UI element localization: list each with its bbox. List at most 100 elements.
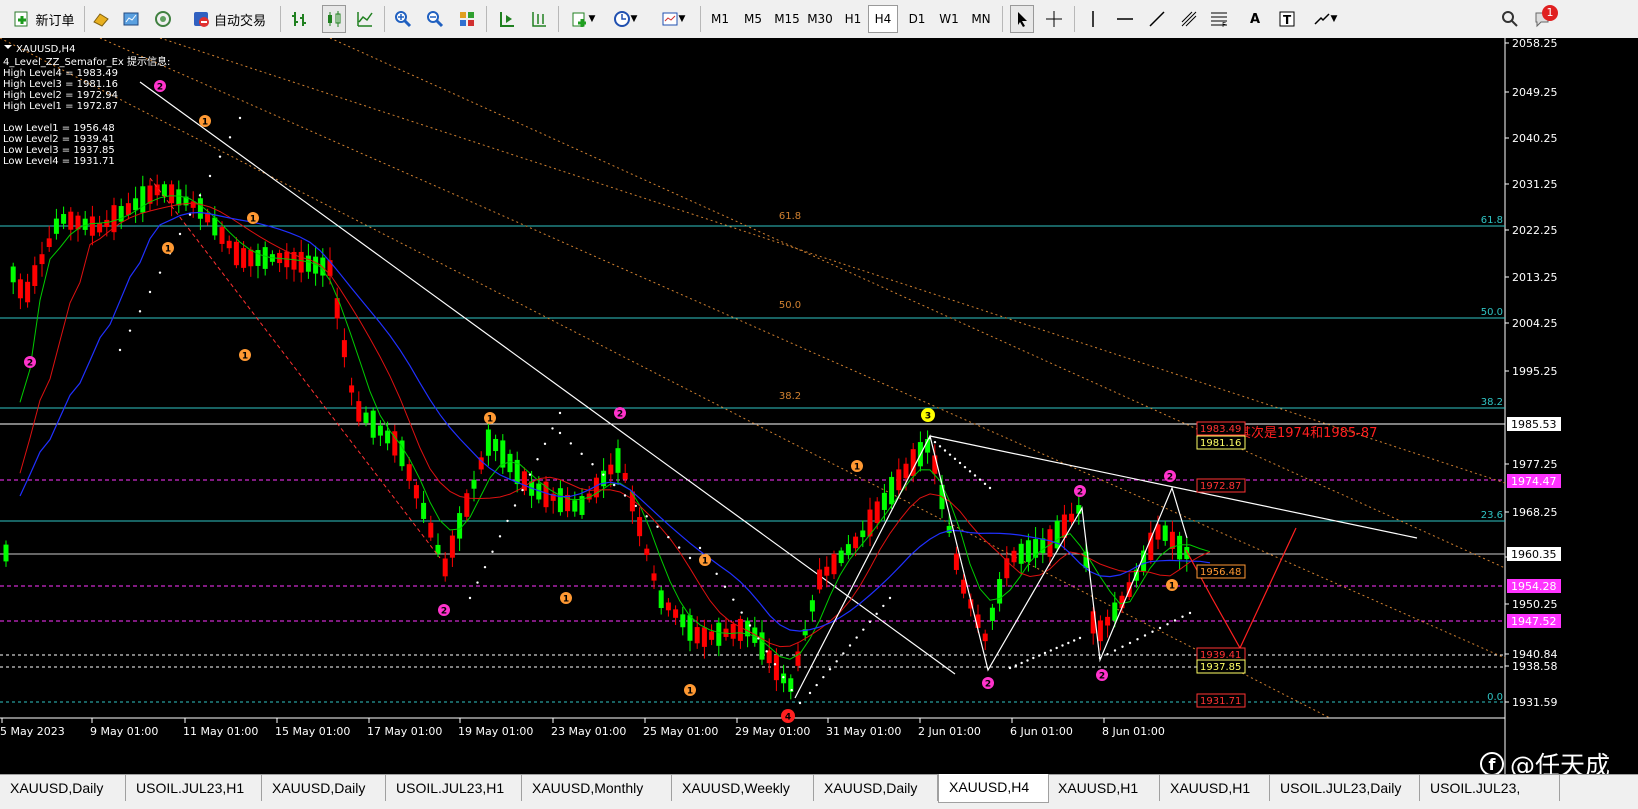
candle-body <box>665 602 671 611</box>
chart-tab[interactable]: XAUUSD,Daily <box>0 775 126 801</box>
search-button[interactable] <box>1498 5 1522 33</box>
chart-tab[interactable]: XAUUSD,Daily <box>814 775 938 801</box>
timeframe-h1-button[interactable]: H1 <box>838 5 868 33</box>
shapes-button[interactable]: ▼ <box>1308 5 1342 33</box>
candle-body <box>17 279 23 299</box>
text-tool-button[interactable]: A <box>1244 5 1266 33</box>
data-window-button[interactable] <box>120 5 142 33</box>
chart-tab[interactable]: XAUUSD,H1 <box>1048 775 1160 801</box>
sar-dot <box>773 663 777 666</box>
timeframe-h4-button[interactable]: H4 <box>868 5 898 33</box>
chart-tab[interactable]: XAUUSD,H1 <box>1160 775 1270 801</box>
timeframe-m30-button[interactable]: M30 <box>805 5 835 33</box>
candle-body <box>997 579 1003 604</box>
semafor-marker-label: 1 <box>1169 582 1175 592</box>
fib-inline-label: 50.0 <box>779 300 801 311</box>
equidistant-channel-button[interactable] <box>1178 5 1200 33</box>
chart-tab[interactable]: XAUUSD,H4 <box>938 774 1049 803</box>
bar-chart-button[interactable] <box>288 5 310 33</box>
candle-body <box>889 476 895 505</box>
navigator-button[interactable] <box>152 5 174 33</box>
cursor-tool-button[interactable] <box>1010 5 1034 33</box>
notifications-button[interactable]: 1 <box>1528 5 1558 33</box>
text-label-button[interactable]: T <box>1276 5 1298 33</box>
trendline-button[interactable] <box>1146 5 1168 33</box>
fibonacci-button[interactable]: F <box>1208 5 1230 33</box>
candle-body <box>773 655 779 681</box>
candle-body <box>608 464 614 475</box>
auto-scroll-button[interactable] <box>496 5 518 33</box>
candle-body <box>673 609 679 618</box>
chart-shift-button[interactable] <box>528 5 550 33</box>
chart-tab[interactable]: USOIL.JUL23,Daily <box>1270 775 1420 801</box>
timeframe-m15-button[interactable]: M15 <box>772 5 802 33</box>
sar-dot <box>623 494 627 497</box>
candle-body <box>449 535 455 558</box>
new-order-button[interactable]: 新订单 <box>6 5 82 33</box>
timeframe-d1-button[interactable]: D1 <box>902 5 932 33</box>
candle-body <box>493 438 499 452</box>
candle-body <box>946 525 952 533</box>
timeframe-w1-button[interactable]: W1 <box>934 5 964 33</box>
price-highlight-label: 1954.28 <box>1511 580 1557 593</box>
ma-medium-line <box>19 202 1211 648</box>
data-window-icon <box>123 12 139 26</box>
notification-badge: 1 <box>1542 5 1558 21</box>
candle-body <box>730 623 736 639</box>
horizontal-line-button[interactable] <box>1114 5 1136 33</box>
candle-body <box>1018 543 1024 564</box>
candle-body <box>759 632 765 660</box>
chart-tab[interactable]: USOIL.JUL23,H1 <box>386 775 522 801</box>
crosshair-tool-button[interactable] <box>1042 5 1066 33</box>
sar-dot <box>543 442 547 446</box>
chart-tab[interactable]: USOIL.JUL23,H1 <box>126 775 262 801</box>
timeframe-m1-button[interactable]: M1 <box>705 5 735 33</box>
auto-trade-icon <box>193 12 209 27</box>
sar-dot <box>208 174 212 178</box>
sar-dot <box>667 535 670 539</box>
chart-tab[interactable]: XAUUSD,Monthly <box>522 775 672 801</box>
indicator-level-text: Low Level4 = 1931.71 <box>3 156 115 167</box>
sar-dot <box>483 565 487 569</box>
chart-tab[interactable]: USOIL.JUL23, <box>1420 775 1560 801</box>
indicators-button[interactable]: ▼ <box>566 5 600 33</box>
sar-dot <box>521 488 524 492</box>
candle-body <box>169 184 175 204</box>
zoom-out-button[interactable] <box>424 5 446 33</box>
auto-trade-button[interactable]: 自动交易 <box>184 5 274 33</box>
line-chart-button[interactable] <box>354 5 376 33</box>
sar-dot <box>1173 619 1177 622</box>
candle-body <box>53 218 59 234</box>
sar-dot <box>551 427 554 430</box>
chart-tab[interactable]: XAUUSD,Weekly <box>672 775 814 801</box>
candle-body <box>413 485 419 499</box>
price-highlight-label: 1947.52 <box>1511 615 1557 628</box>
timeframe-m5-button[interactable]: M5 <box>738 5 768 33</box>
timeframe-mn-button[interactable]: MN <box>966 5 996 33</box>
time-axis-label: 19 May 01:00 <box>458 725 533 738</box>
candle-body <box>356 401 362 422</box>
candlestick-button[interactable] <box>322 5 346 33</box>
zoom-in-button[interactable] <box>392 5 414 33</box>
chart-tab[interactable]: XAUUSD,Daily <box>262 775 386 801</box>
semafor-marker-label: 2 <box>27 359 33 369</box>
indicators-icon <box>572 12 586 27</box>
horizontal-line-icon <box>1117 18 1133 20</box>
templates-button[interactable]: ▼ <box>654 5 692 33</box>
tile-windows-button[interactable] <box>456 5 478 33</box>
sar-dot <box>835 660 838 663</box>
candle-body <box>838 550 844 564</box>
price-chart[interactable]: 2 1 2 1 1 1 1 2 1 2 1 1 3 4 1 2 2 2 2 1 XAUUSD,H4 4_Level_ZZ_… <box>0 38 1638 780</box>
sar-dot <box>528 473 532 476</box>
market-watch-button[interactable] <box>90 5 112 33</box>
candle-body <box>68 211 74 230</box>
candle-body <box>896 469 902 491</box>
price-axis-label: 1931.59 <box>1512 696 1558 709</box>
candle-body <box>694 627 700 644</box>
sar-dot <box>1158 626 1162 630</box>
vertical-line-button[interactable] <box>1082 5 1104 33</box>
periods-button[interactable]: ▼ <box>608 5 642 33</box>
price-axis-label: 2058.25 <box>1512 38 1558 50</box>
sar-dot <box>188 213 192 216</box>
chevron-down-icon: ▼ <box>1330 14 1338 24</box>
